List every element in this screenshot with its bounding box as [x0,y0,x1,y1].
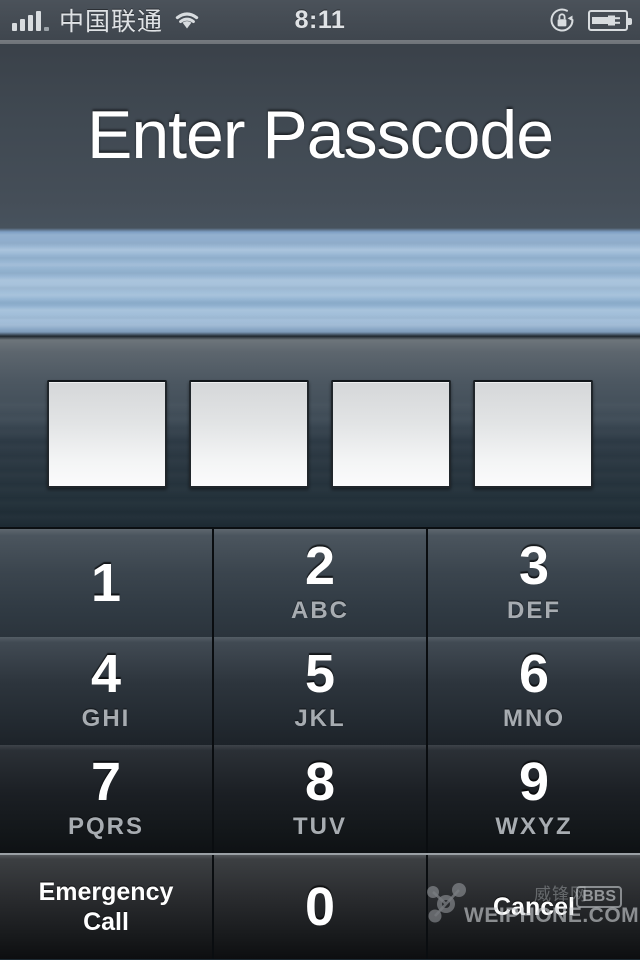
key-0-digit: 0 [304,877,336,937]
passcode-box-1[interactable] [47,380,167,488]
key-9-digit: 9 [518,752,550,812]
keypad-row-2: 4 GHI 5 JKL 6 MNO [0,637,640,745]
key-0[interactable]: 0 [214,855,428,959]
passcode-box-2[interactable] [189,380,309,488]
status-bar-right [548,6,632,34]
key-4[interactable]: 4 GHI [0,637,214,745]
key-3-digit: 3 [518,536,550,596]
cancel-label: Cancel [493,892,575,921]
key-6-digit: 6 [518,644,550,704]
key-9[interactable]: 9 WXYZ [428,745,640,853]
key-3-letters: DEF [507,597,561,624]
key-5-letters: JKL [294,705,346,732]
status-bar: 中国联通 8:11 [0,0,640,40]
status-bar-underline [0,40,640,44]
key-2[interactable]: 2 ABC [214,529,428,637]
key-2-letters: ABC [291,597,349,624]
rotation-lock-icon [548,6,576,34]
key-5-digit: 5 [304,644,336,704]
key-7-digit: 7 [90,752,122,812]
emergency-call-button[interactable]: Emergency Call [0,855,214,959]
key-3[interactable]: 3 DEF [428,529,640,637]
key-4-digit: 4 [90,644,122,704]
battery-charging-icon [588,9,632,31]
keypad-row-1: 1 2 ABC 3 DEF [0,529,640,637]
key-8-letters: TUV [293,813,347,840]
key-6-letters: MNO [503,705,565,732]
key-8-digit: 8 [304,752,336,812]
keypad-row-3: 7 PQRS 8 TUV 9 WXYZ [0,745,640,853]
passcode-field[interactable] [47,380,593,488]
key-2-digit: 2 [304,536,336,596]
key-7[interactable]: 7 PQRS [0,745,214,853]
keypad-row-4: Emergency Call 0 Cancel [0,853,640,959]
lock-screen: 中国联通 8:11 Enter Passcode 1 2 ABC 3 DEF 4… [0,0,640,960]
passcode-box-3[interactable] [331,380,451,488]
key-7-letters: PQRS [67,813,144,840]
numeric-keypad: 1 2 ABC 3 DEF 4 GHI 5 JKL 6 MNO 7 PQRS 8… [0,527,640,960]
page-title: Enter Passcode [86,97,554,173]
cancel-button[interactable]: Cancel [428,855,640,959]
emergency-call-line-1: Emergency [38,877,174,906]
status-bar-clock: 8:11 [294,5,346,34]
key-9-letters: WXYZ [495,813,573,840]
passcode-box-4[interactable] [473,380,593,488]
key-4-letters: GHI [81,705,131,732]
wallpaper-water-streaks [0,232,640,336]
emergency-call-line-2: Call [83,908,129,936]
key-6[interactable]: 6 MNO [428,637,640,745]
key-1[interactable]: 1 [0,529,214,637]
key-5[interactable]: 5 JKL [214,637,428,745]
key-1-digit: 1 [90,553,122,613]
key-8[interactable]: 8 TUV [214,745,428,853]
